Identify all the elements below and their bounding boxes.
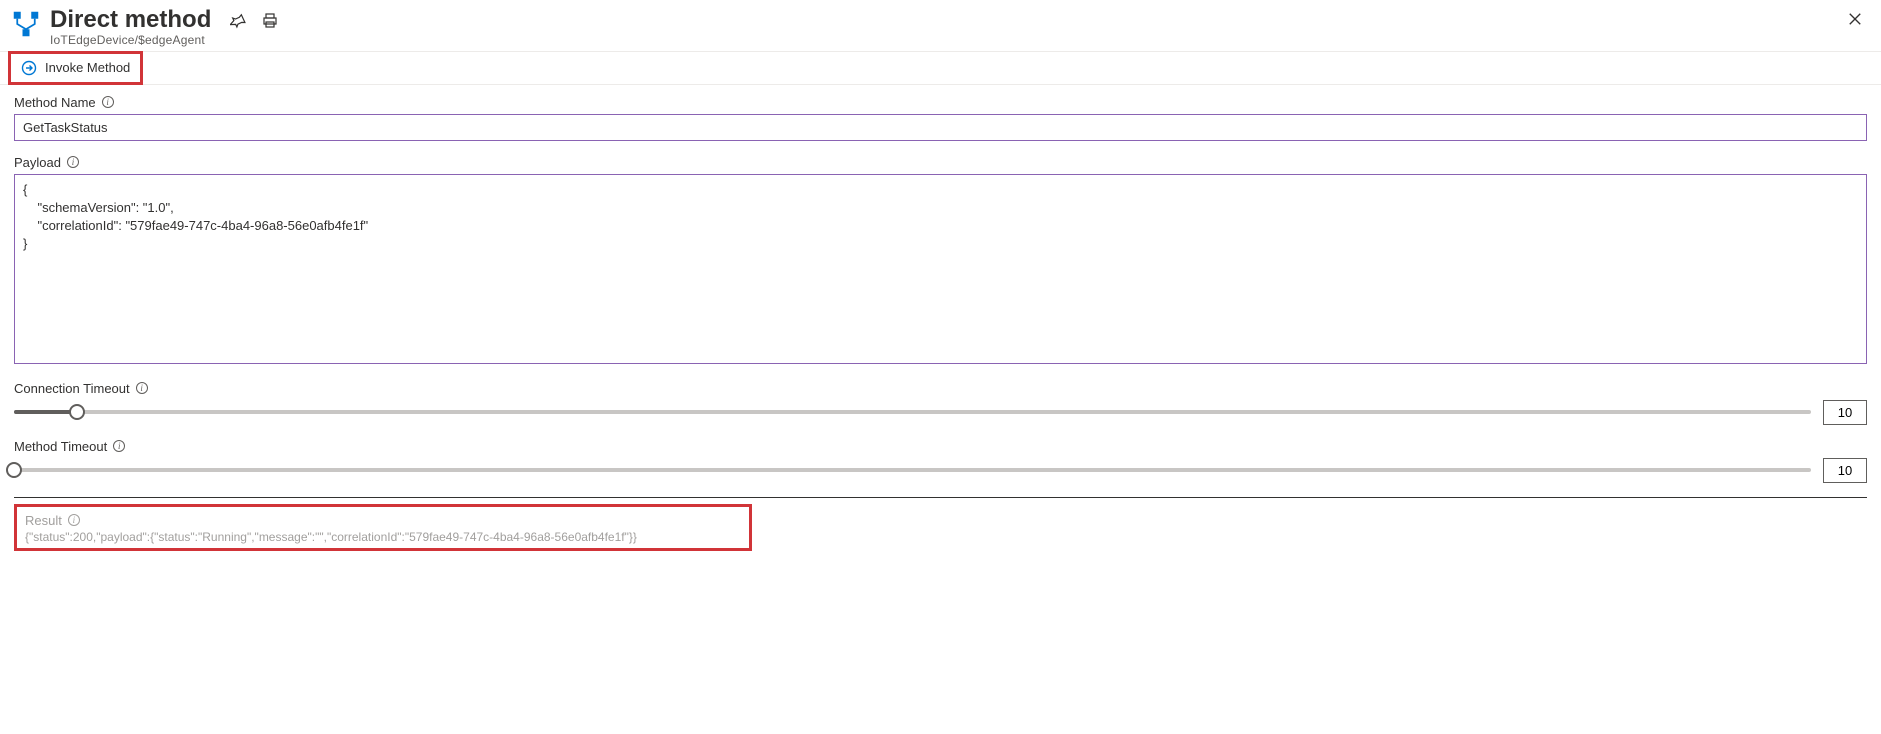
- close-button[interactable]: [1843, 8, 1867, 32]
- page-subtitle: IoTEdgeDevice/$edgeAgent: [50, 33, 211, 47]
- connection-timeout-label-row: Connection Timeout i: [14, 381, 1867, 396]
- method-timeout-field: Method Timeout i: [14, 439, 1867, 483]
- connection-timeout-slider[interactable]: [14, 400, 1811, 424]
- content-area: Method Name i Payload i Connection Timeo…: [0, 85, 1881, 561]
- invoke-arrow-icon: [21, 60, 37, 76]
- slider-thumb[interactable]: [69, 404, 85, 420]
- connection-timeout-label: Connection Timeout: [14, 381, 130, 396]
- connection-timeout-value[interactable]: [1823, 400, 1867, 425]
- invoke-method-label: Invoke Method: [45, 60, 130, 75]
- result-label: Result: [25, 513, 62, 528]
- connection-timeout-slider-row: [14, 400, 1867, 425]
- pin-icon[interactable]: [229, 12, 247, 30]
- info-icon[interactable]: i: [68, 514, 80, 526]
- print-icon[interactable]: [261, 12, 279, 30]
- payload-label-row: Payload i: [14, 155, 1867, 170]
- method-timeout-value[interactable]: [1823, 458, 1867, 483]
- invoke-method-button[interactable]: Invoke Method: [8, 51, 143, 85]
- toolbar: Invoke Method: [0, 51, 1881, 85]
- payload-field: Payload i: [14, 155, 1867, 367]
- direct-method-icon: [12, 10, 40, 38]
- result-section: Result i {"status":200,"payload":{"statu…: [14, 504, 752, 551]
- header-title-block: Direct method IoTEdgeDevice/$edgeAgent: [50, 6, 211, 47]
- method-name-input[interactable]: [14, 114, 1867, 141]
- page-title: Direct method: [50, 6, 211, 35]
- method-timeout-slider-row: [14, 458, 1867, 483]
- header-actions: [229, 12, 279, 30]
- method-timeout-label: Method Timeout: [14, 439, 107, 454]
- payload-textarea[interactable]: [14, 174, 1867, 364]
- result-value: {"status":200,"payload":{"status":"Runni…: [25, 530, 741, 544]
- divider: [14, 497, 1867, 498]
- payload-label: Payload: [14, 155, 61, 170]
- method-timeout-label-row: Method Timeout i: [14, 439, 1867, 454]
- method-name-label-row: Method Name i: [14, 95, 1867, 110]
- method-name-field: Method Name i: [14, 95, 1867, 141]
- info-icon[interactable]: i: [67, 156, 79, 168]
- info-icon[interactable]: i: [136, 382, 148, 394]
- result-label-row: Result i: [25, 513, 741, 528]
- connection-timeout-field: Connection Timeout i: [14, 381, 1867, 425]
- method-timeout-slider[interactable]: [14, 458, 1811, 482]
- info-icon[interactable]: i: [102, 96, 114, 108]
- page-header: Direct method IoTEdgeDevice/$edgeAgent: [0, 0, 1881, 51]
- info-icon[interactable]: i: [113, 440, 125, 452]
- slider-thumb[interactable]: [6, 462, 22, 478]
- method-name-label: Method Name: [14, 95, 96, 110]
